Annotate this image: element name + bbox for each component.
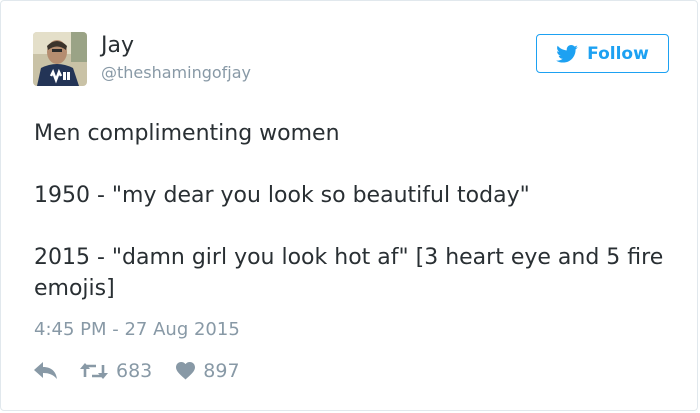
retweet-button[interactable]: 683	[80, 360, 176, 382]
tweet-paragraph: Men complimenting women	[34, 121, 340, 146]
tweet-card: Jay @theshamingofjay Follow Men complime…	[0, 0, 698, 411]
reply-button[interactable]	[34, 362, 80, 380]
follow-label: Follow	[587, 43, 649, 64]
tweet-paragraph: 2015 - "damn girl you look hot af" [3 he…	[34, 245, 664, 301]
tweet-paragraph: 1950 - "my dear you look so beautiful to…	[34, 183, 530, 208]
heart-icon	[176, 362, 196, 380]
avatar[interactable]	[33, 32, 87, 86]
user-avatar-photo	[33, 32, 87, 86]
screen-name[interactable]: @theshamingofjay	[101, 62, 251, 84]
like-count: 897	[203, 360, 240, 382]
display-name[interactable]: Jay	[101, 31, 134, 61]
retweet-count: 683	[116, 360, 153, 382]
tweet-actions: 683 897	[34, 358, 240, 384]
like-button[interactable]: 897	[176, 360, 240, 382]
twitter-bird-icon	[556, 44, 578, 63]
tweet-timestamp[interactable]: 4:45 PM - 27 Aug 2015	[34, 318, 240, 342]
tweet-text: Men complimenting women 1950 - "my dear …	[34, 118, 674, 304]
follow-button[interactable]: Follow	[536, 34, 669, 73]
retweet-icon	[80, 363, 108, 379]
reply-icon	[34, 362, 57, 379]
